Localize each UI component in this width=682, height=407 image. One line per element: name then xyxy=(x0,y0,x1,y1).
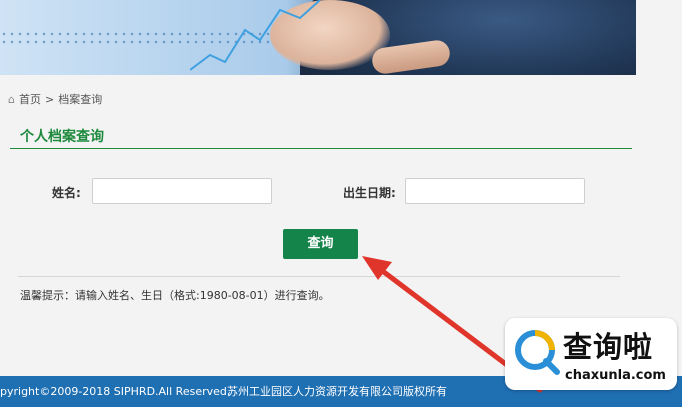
watermark-logo: 查询啦 chaxunla.com xyxy=(505,318,677,390)
watermark-en-text: chaxunla.com xyxy=(565,368,666,383)
banner-margin xyxy=(636,0,682,75)
hint-text: 温馨提示：请输入姓名、生日（格式:1980-08-01）进行查询。 xyxy=(20,289,330,302)
watermark-cn-text: 查询啦 xyxy=(563,330,654,364)
footer-copyright: pyright©2009-2018 SIPHRD.All Reserved. xyxy=(0,385,231,398)
name-label: 姓名: xyxy=(52,186,81,200)
footer-owner: 苏州工业园区人力资源开发有限公司版权所有 xyxy=(227,385,447,398)
birthdate-label: 出生日期: xyxy=(343,186,396,200)
breadcrumb-home-link[interactable]: 首页 xyxy=(19,91,41,107)
breadcrumb: ⌂ 首页 > 档案查询 xyxy=(8,91,102,107)
birthdate-field[interactable] xyxy=(405,178,585,204)
query-button[interactable]: 查询 xyxy=(283,229,358,259)
divider xyxy=(18,276,620,277)
breadcrumb-separator: > xyxy=(44,92,55,106)
magnifier-q-icon xyxy=(515,330,560,375)
page-title: 个人档案查询 xyxy=(20,129,104,145)
breadcrumb-current: 档案查询 xyxy=(58,93,103,106)
name-field[interactable] xyxy=(92,178,272,204)
title-underline xyxy=(10,148,632,149)
banner-chart-line xyxy=(190,0,320,71)
header-banner-image xyxy=(0,0,636,75)
home-icon[interactable]: ⌂ xyxy=(8,93,15,106)
